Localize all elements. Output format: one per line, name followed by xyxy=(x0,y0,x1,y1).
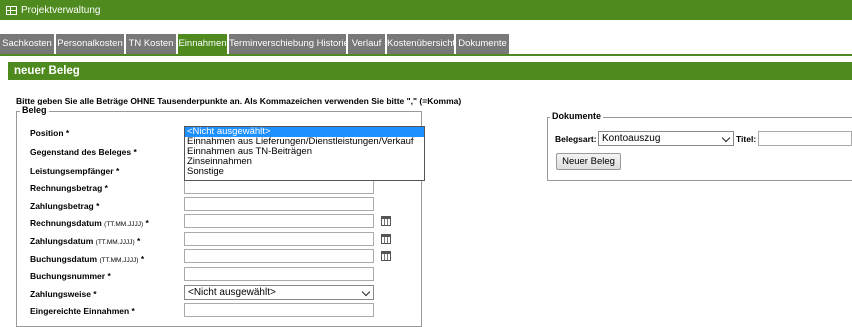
app-title-bar: Projektverwaltung xyxy=(0,0,852,20)
tab-tn-kosten[interactable]: TN Kosten xyxy=(126,34,177,54)
titel-input[interactable] xyxy=(758,131,852,146)
position-dropdown-list[interactable]: <Nicht ausgewählt> Einnahmen aus Lieferu… xyxy=(184,126,425,181)
tab-bar: Sachkosten Personalkosten TN Kosten Einn… xyxy=(0,34,852,56)
rechnungsdatum-required: * xyxy=(145,218,149,228)
beleg-legend: Beleg xyxy=(20,105,49,115)
buchungsdatum-required: * xyxy=(140,254,145,264)
dokumente-fieldset xyxy=(547,117,852,181)
tab-dokumente[interactable]: Dokumente xyxy=(456,34,510,54)
titel-label: Titel: xyxy=(736,134,757,144)
leistungsempfaenger-label: Leistungsempfänger * xyxy=(30,166,120,176)
rechnungsbetrag-label: Rechnungsbetrag * xyxy=(30,183,108,193)
eingereichte-einnahmen-input[interactable] xyxy=(184,303,374,317)
buchungsdatum-hint: (TT.MM.JJJJ) xyxy=(99,257,139,264)
rechnungsdatum-hint: (TT.MM.JJJJ) xyxy=(104,221,144,228)
belegsart-label: Belegsart: xyxy=(555,134,597,144)
zahlungsbetrag-label: Zahlungsbetrag * xyxy=(30,201,100,211)
section-title: neuer Beleg xyxy=(8,62,852,80)
zahlungsbetrag-input[interactable] xyxy=(184,197,374,211)
tab-sachkosten[interactable]: Sachkosten xyxy=(0,34,55,54)
buchungsdatum-label: Buchungsdatum (TT.MM.JJJJ) * xyxy=(30,254,144,264)
buchungsdatum-text: Buchungsdatum xyxy=(30,254,98,264)
eingereichte-einnahmen-label: Eingereichte Einnahmen * xyxy=(30,306,135,316)
tab-verlauf[interactable]: Verlauf xyxy=(348,34,386,54)
neuer-beleg-button[interactable]: Neuer Beleg xyxy=(556,153,621,170)
position-option[interactable]: Sonstige xyxy=(185,167,424,177)
position-label: Position * xyxy=(30,128,70,138)
calendar-icon[interactable] xyxy=(381,216,391,226)
belegsart-select[interactable]: Kontoauszug xyxy=(598,131,734,146)
zahlungsweise-select[interactable]: <Nicht ausgewählt> xyxy=(184,285,374,300)
tab-personalkosten[interactable]: Personalkosten xyxy=(56,34,125,54)
chevron-down-icon xyxy=(721,133,731,143)
zahlungsdatum-label: Zahlungsdatum (TT.MM.JJJJ) * xyxy=(30,236,140,246)
zahlungsdatum-required: * xyxy=(137,236,141,246)
buchungsnummer-input[interactable] xyxy=(184,267,374,281)
zahlungsdatum-hint: (TT.MM.JJJJ) xyxy=(95,239,135,246)
calendar-icon[interactable] xyxy=(381,234,391,244)
tab-kostenuebersicht[interactable]: Kostenübersicht xyxy=(387,34,455,54)
tab-einnahmen[interactable]: Einnahmen xyxy=(178,34,228,54)
tab-terminverschiebung-historie[interactable]: Terminverschiebung Historie xyxy=(229,34,347,54)
rechnungsdatum-label: Rechnungsdatum (TT.MM.JJJJ) * xyxy=(30,218,149,228)
rechnungsbetrag-input[interactable] xyxy=(184,180,374,194)
zahlungsdatum-input[interactable] xyxy=(184,232,374,246)
zahlungsweise-value: <Nicht ausgewählt> xyxy=(188,287,276,298)
buchungsdatum-input[interactable] xyxy=(184,249,374,263)
rechnungsdatum-input[interactable] xyxy=(184,214,374,228)
table-icon xyxy=(6,5,17,15)
calendar-icon[interactable] xyxy=(381,251,391,261)
zahlungsdatum-text: Zahlungsdatum xyxy=(30,236,94,246)
gegenstand-label: Gegenstand des Beleges * xyxy=(30,147,137,157)
dokumente-legend: Dokumente xyxy=(550,111,604,121)
zahlungsweise-label: Zahlungsweise * xyxy=(30,289,97,299)
app-title: Projektverwaltung xyxy=(21,4,101,16)
belegsart-value: Kontoauszug xyxy=(602,133,661,144)
rechnungsdatum-text: Rechnungsdatum xyxy=(30,218,102,228)
instruction-text: Bitte geben Sie alle Beträge OHNE Tausen… xyxy=(16,96,462,106)
chevron-down-icon xyxy=(361,287,371,297)
buchungsnummer-label: Buchungsnummer * xyxy=(30,271,111,281)
